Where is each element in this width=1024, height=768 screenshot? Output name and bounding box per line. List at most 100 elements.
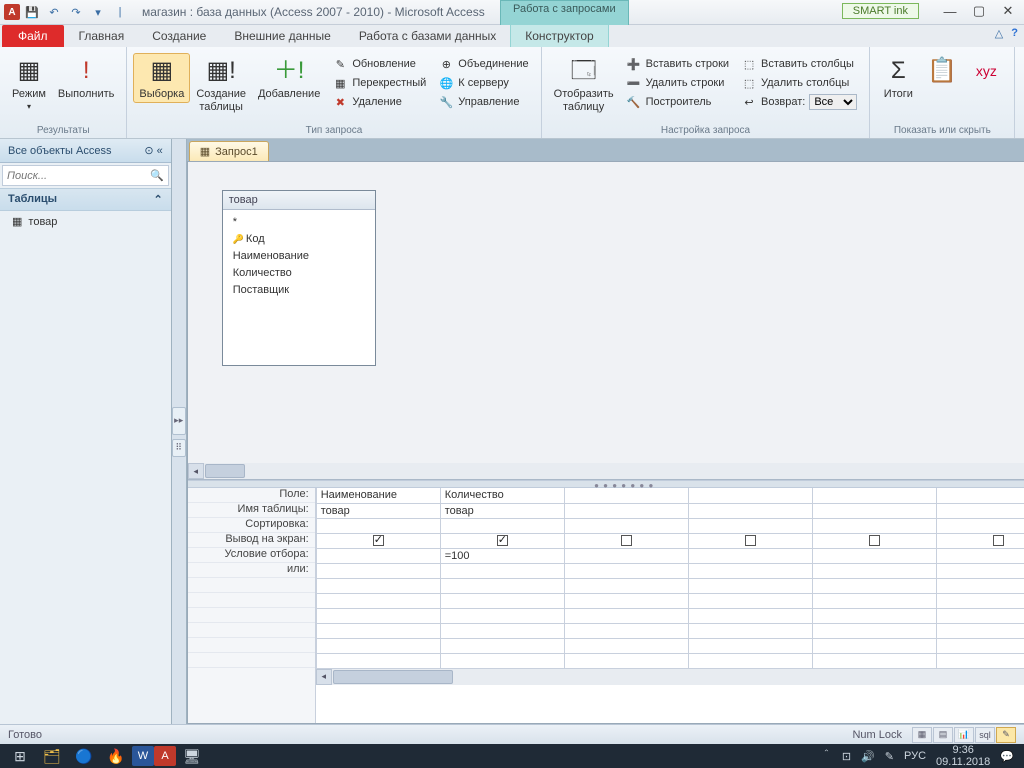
grid-cell[interactable] xyxy=(440,578,564,593)
grid-cell[interactable] xyxy=(564,608,688,623)
builder-button[interactable]: 🔨Построитель xyxy=(624,93,731,111)
doc-tab-zapros1[interactable]: ▦Запрос1 xyxy=(189,141,269,161)
splitter[interactable]: ● ● ● ● ● ● ● xyxy=(188,480,1024,488)
grid-cell[interactable] xyxy=(688,518,812,533)
grid-cell[interactable] xyxy=(936,488,1024,503)
search-input[interactable] xyxy=(7,170,150,182)
delete-query-button[interactable]: ✖Удаление xyxy=(330,93,428,111)
qbe-table[interactable]: НаименованиеКоличествотовартовар=100 xyxy=(316,488,1024,669)
flame-icon[interactable]: 🔥 xyxy=(100,744,132,768)
grid-cell[interactable] xyxy=(316,653,440,668)
tab-file[interactable]: Файл xyxy=(2,25,64,47)
grid-cell[interactable] xyxy=(936,578,1024,593)
tray-people-icon[interactable]: ⊡ xyxy=(842,750,851,763)
field-key[interactable]: Код xyxy=(233,231,365,248)
grid-cell[interactable] xyxy=(936,548,1024,563)
select-query-button[interactable]: ▦Выборка xyxy=(133,53,190,103)
start-button[interactable]: ⊞ xyxy=(4,744,36,768)
grid-cell[interactable] xyxy=(564,578,688,593)
grid-cell[interactable] xyxy=(688,638,812,653)
word-icon[interactable]: W xyxy=(132,746,154,766)
hscroll-left-button[interactable]: ◂ xyxy=(188,463,204,479)
grid-cell[interactable] xyxy=(564,533,688,548)
grid-cell[interactable] xyxy=(812,563,936,578)
tab-designer[interactable]: Конструктор xyxy=(510,24,608,47)
shutter-grid-button[interactable]: ⠿ xyxy=(172,439,186,457)
grid-cell[interactable] xyxy=(936,623,1024,638)
explorer-icon[interactable]: 🗂 xyxy=(36,744,68,768)
tray-clock[interactable]: 9:3609.11.2018 xyxy=(936,744,990,768)
tab-dbtools[interactable]: Работа с базами данных xyxy=(345,25,510,47)
grid-cell[interactable] xyxy=(688,653,812,668)
grid-cell[interactable] xyxy=(316,623,440,638)
grid-cell[interactable] xyxy=(316,548,440,563)
grid-cell[interactable] xyxy=(316,638,440,653)
view-design-button[interactable]: ✎ xyxy=(996,727,1016,743)
insert-rows-button[interactable]: ➕Вставить строки xyxy=(624,55,731,73)
ribbon-minimize-icon[interactable]: △ xyxy=(995,27,1003,40)
grid-cell[interactable] xyxy=(936,563,1024,578)
grid-cell[interactable] xyxy=(812,608,936,623)
qat-undo-icon[interactable]: ↶ xyxy=(44,2,64,22)
grid-cell[interactable] xyxy=(936,593,1024,608)
union-button[interactable]: ⊕Объединение xyxy=(436,55,530,73)
grid-cell[interactable] xyxy=(564,638,688,653)
field-sup[interactable]: Поставщик xyxy=(233,282,365,299)
grid-cell[interactable] xyxy=(688,623,812,638)
make-table-button[interactable]: ▦!Создание таблицы xyxy=(190,53,252,116)
grid-cell[interactable] xyxy=(688,608,812,623)
insert-cols-button[interactable]: ⬚Вставить столбцы xyxy=(739,55,859,73)
grid-cell[interactable]: Наименование xyxy=(316,488,440,503)
grid-cell[interactable] xyxy=(812,578,936,593)
params-button[interactable]: 📋 xyxy=(920,53,964,89)
grid-cell[interactable] xyxy=(812,653,936,668)
view-chart-button[interactable]: 📊 xyxy=(954,727,974,743)
tray-notif-icon[interactable]: 💬 xyxy=(1000,750,1014,763)
grid-cell[interactable] xyxy=(688,578,812,593)
shutter-toggle-button[interactable]: ▸▸ xyxy=(172,407,186,435)
grid-cell[interactable]: =100 xyxy=(440,548,564,563)
grid-hscroll-left-button[interactable]: ◂ xyxy=(316,669,332,685)
grid-cell[interactable] xyxy=(936,638,1024,653)
qat-redo-icon[interactable]: ↷ xyxy=(66,2,86,22)
tray-up-icon[interactable]: ＾ xyxy=(821,748,832,764)
view-datasheet-button[interactable]: ▦ xyxy=(912,727,932,743)
crosstab-button[interactable]: ▦Перекрестный xyxy=(330,74,428,92)
table-box-tovar[interactable]: товар * Код Наименование Количество Пост… xyxy=(222,190,376,366)
update-button[interactable]: ✎Обновление xyxy=(330,55,428,73)
grid-cell[interactable] xyxy=(812,533,936,548)
tray-lang[interactable]: РУС xyxy=(904,750,926,762)
grid-cell[interactable] xyxy=(564,503,688,518)
help-icon[interactable]: ? xyxy=(1011,27,1018,40)
passthrough-button[interactable]: 🌐К серверу xyxy=(436,74,530,92)
grid-cell[interactable] xyxy=(440,653,564,668)
grid-cell[interactable] xyxy=(316,593,440,608)
grid-cell[interactable] xyxy=(812,488,936,503)
grid-cell[interactable] xyxy=(812,503,936,518)
grid-cell[interactable] xyxy=(564,593,688,608)
grid-cell[interactable] xyxy=(440,533,564,548)
show-table-button[interactable]: 🗔Отобразить таблицу xyxy=(548,53,620,116)
table-pane[interactable]: товар * Код Наименование Количество Пост… xyxy=(188,162,1024,480)
grid-cell[interactable] xyxy=(936,503,1024,518)
grid-cell[interactable] xyxy=(564,548,688,563)
grid-cell[interactable] xyxy=(564,623,688,638)
grid-cell[interactable] xyxy=(812,623,936,638)
chrome-icon[interactable]: 🔵 xyxy=(68,744,100,768)
tab-create[interactable]: Создание xyxy=(138,25,220,47)
grid-cell[interactable] xyxy=(316,563,440,578)
minimize-button[interactable]: — xyxy=(936,2,964,20)
tray-volume-icon[interactable]: 🔊 xyxy=(861,750,875,763)
field-qty[interactable]: Количество xyxy=(233,265,365,282)
nav-cat-tables[interactable]: Таблицы⌃ xyxy=(0,188,171,211)
grid-cell[interactable] xyxy=(440,638,564,653)
view-sql-button[interactable]: sql xyxy=(975,727,995,743)
grid-cell[interactable] xyxy=(564,653,688,668)
maximize-button[interactable]: ▢ xyxy=(965,2,993,20)
grid-cell[interactable] xyxy=(688,488,812,503)
append-button[interactable]: ＋!Добавление xyxy=(252,53,326,103)
grid-hscroll-thumb[interactable] xyxy=(333,670,453,684)
grid-cell[interactable] xyxy=(812,638,936,653)
nav-dropdown-icon[interactable]: ⊙ « xyxy=(144,144,162,157)
field-name[interactable]: Наименование xyxy=(233,248,365,265)
